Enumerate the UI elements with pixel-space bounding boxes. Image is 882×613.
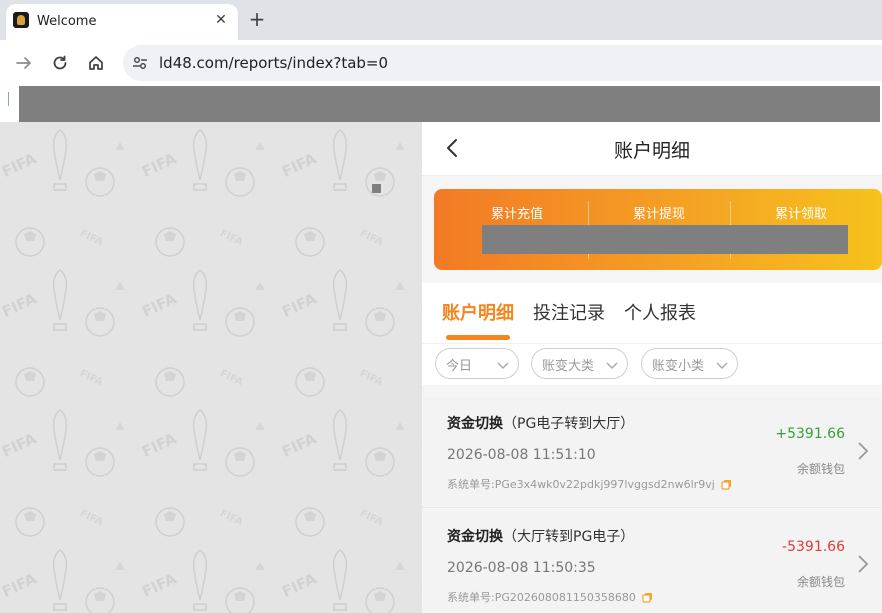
record-title: 资金切换（大厅转到PG电子） [447,526,634,546]
record-title: 资金切换（PG电子转到大厅） [447,413,634,433]
chevron-down-icon [605,357,619,371]
close-tab-icon[interactable]: ✕ [212,11,230,29]
forward-arrow-icon[interactable] [12,51,36,75]
active-tab-indicator [446,335,510,340]
record-detail: （大厅转到PG电子） [503,529,635,545]
summary-label-claim: 累计领取 [774,207,827,222]
filter-bar: 今日 账变大类 账变小类 [422,343,882,385]
record-order: 系统单号: PG202608081150358680 [447,589,653,605]
account-details-panel: 账户明细 累计充值 累计提现 累计领取 账户明细 投注记录 个人报表 今日 账变… [422,122,882,613]
site-favicon-icon [13,12,29,28]
redacted-summary-values [482,225,848,254]
order-number: PG202608081150358680 [494,590,636,604]
chevron-right-icon [856,440,870,462]
record-wallet: 余额钱包 [796,575,845,589]
change-category-dropdown[interactable]: 账变大类 [531,348,628,379]
url-text: ld48.com/reports/index?tab=0 [159,54,389,72]
page-background: FIFA FIFA [0,122,422,613]
copy-icon[interactable] [642,592,653,603]
order-number: PGe3x4wk0v22pdkj997lvggsd2nw6lr9vj [494,477,715,491]
record-wallet: 余额钱包 [796,462,845,476]
record-type: 资金切换 [447,529,503,545]
record-amount: -5391.66 [782,539,845,555]
reload-icon[interactable] [48,51,72,75]
filter-label: 账变小类 [652,359,705,374]
record-type: 资金切换 [447,416,503,432]
record-detail: （PG电子转到大厅） [503,416,635,432]
browser-tab-bar: Welcome ✕ + [0,0,882,40]
new-tab-button[interactable]: + [247,9,267,29]
record-time: 2026-08-08 11:50:35 [447,560,596,576]
record-tabs: 账户明细 投注记录 个人报表 [422,283,882,343]
tab-personal-report[interactable]: 个人报表 [624,299,696,325]
change-subcategory-dropdown[interactable]: 账变小类 [641,348,738,379]
redacted-banner [19,86,880,122]
tab-title: Welcome [37,14,97,29]
list-item[interactable]: 资金切换（大厅转到PG电子） 2026-08-08 11:50:35 系统单号:… [422,511,882,613]
browser-toolbar: ld48.com/reports/index?tab=0 [0,40,882,86]
order-label: 系统单号: [447,591,495,604]
browser-tab[interactable]: Welcome ✕ [6,4,238,40]
record-amount: +5391.66 [775,426,845,442]
chevron-down-icon [715,357,729,371]
record-order: 系统单号: PGe3x4wk0v22pdkj997lvggsd2nw6lr9vj [447,476,732,492]
summary-card: 累计充值 累计提现 累计领取 [434,189,882,270]
record-time: 2026-08-08 11:51:10 [447,447,596,463]
date-filter-dropdown[interactable]: 今日 [435,348,519,379]
filter-label: 账变大类 [542,359,595,374]
address-bar[interactable]: ld48.com/reports/index?tab=0 [123,45,882,81]
copy-icon[interactable] [721,479,732,490]
fifa-pattern: FIFA FIFA [0,122,422,613]
tab-account-details[interactable]: 账户明细 [442,299,514,325]
tab-bet-records[interactable]: 投注记录 [533,299,605,325]
page-title: 账户明细 [613,140,690,162]
panel-header: 账户明细 [422,122,882,176]
summary-label-withdraw: 累计提现 [632,207,685,222]
home-icon[interactable] [84,51,108,75]
chevron-right-icon [856,553,870,575]
order-label: 系统单号: [447,478,495,491]
chevron-down-icon [496,357,510,371]
filter-label: 今日 [446,359,473,374]
summary-label-deposit: 累计充值 [490,207,543,222]
site-settings-icon[interactable] [132,55,148,71]
list-item[interactable]: 资金切换（PG电子转到大厅） 2026-08-08 11:51:10 系统单号:… [422,398,882,508]
bookmark-divider [8,92,9,106]
